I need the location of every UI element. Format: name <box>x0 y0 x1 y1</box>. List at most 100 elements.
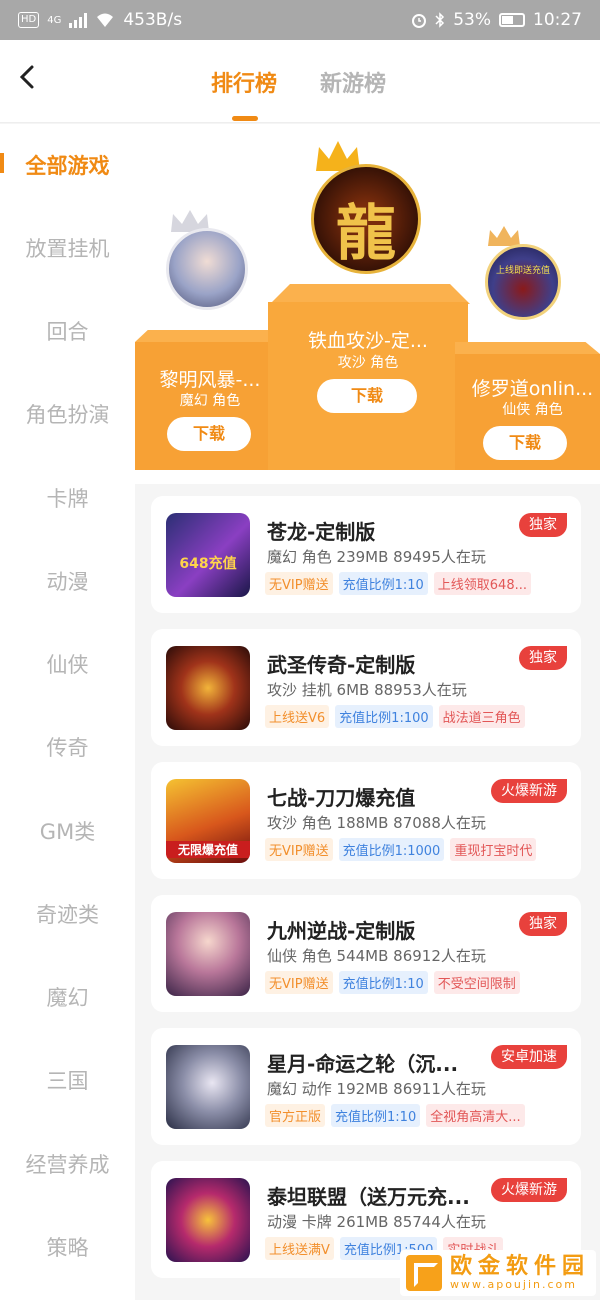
back-arrow-icon[interactable] <box>14 62 44 92</box>
game-tag: 充值比例1:10 <box>338 572 428 595</box>
game-thumbnail <box>166 646 250 730</box>
rank3-tags: 仙侠 角色 <box>502 402 563 418</box>
game-meta: 动漫 卡牌 261MB 85744人在玩 <box>267 1213 486 1231</box>
category-sidebar: 全部游戏 放置挂机 回合 角色扮演 卡牌 动漫 仙侠 传奇 GM类 奇迹类 魔幻… <box>0 124 135 1300</box>
category-gm[interactable]: GM类 <box>0 812 135 852</box>
game-meta: 仙侠 角色 544MB 86912人在玩 <box>267 947 486 965</box>
game-badge: 安卓加速 <box>491 1045 567 1069</box>
game-name: 星月-命运之轮（沉... <box>267 1052 459 1076</box>
category-anime[interactable]: 动漫 <box>0 562 135 602</box>
game-thumbnail: 无限爆充值 <box>166 779 250 863</box>
game-card[interactable]: 星月-命运之轮（沉... 魔幻 动作 192MB 86911人在玩 官方正版 充… <box>151 1028 581 1145</box>
game-badge: 火爆新游 <box>491 779 567 803</box>
rank3-avatar[interactable]: 上线即送充值 <box>485 244 561 320</box>
category-fantasy[interactable]: 魔幻 <box>0 978 135 1018</box>
game-thumbnail <box>166 1178 250 1262</box>
category-card[interactable]: 卡牌 <box>0 479 135 519</box>
rank1-tags: 攻沙 角色 <box>337 355 399 371</box>
game-badge: 独家 <box>519 513 567 537</box>
game-tag: 官方正版 <box>265 1104 326 1127</box>
game-card[interactable]: 无限爆充值 七战-刀刀爆充值 攻沙 角色 188MB 87088人在玩 无VIP… <box>151 762 581 879</box>
game-tags: 无VIP赠送 充值比例1:10 不受空间限制 <box>265 971 520 994</box>
top3-podium: 龍 铁血攻沙-定... 攻沙 角色 下载 黎明风暴-... 魔幻 角色 下载 上… <box>135 124 600 484</box>
game-tag: 全视角高清大... <box>426 1104 525 1127</box>
top-nav: 排行榜 新游榜 <box>0 40 600 123</box>
alarm-icon <box>412 14 427 28</box>
category-rpg[interactable]: 角色扮演 <box>0 395 135 435</box>
game-tag: 上线领取648... <box>433 572 531 595</box>
battery-icon <box>499 13 525 27</box>
game-meta: 魔幻 角色 239MB 89495人在玩 <box>267 548 486 566</box>
category-turn-based[interactable]: 回合 <box>0 312 135 352</box>
hd-indicator: HD <box>18 12 40 28</box>
thumbnail-text: 无限爆充值 <box>166 841 250 858</box>
game-tag: 上线送满V <box>265 1237 334 1260</box>
rank2-download-button[interactable]: 下载 <box>167 417 251 451</box>
game-thumbnail <box>166 1045 250 1129</box>
podium-third-top <box>455 342 600 354</box>
rank3-name: 修罗道onlin... <box>471 378 594 400</box>
rank2-tags: 魔幻 角色 <box>179 393 241 409</box>
game-badge: 独家 <box>519 912 567 936</box>
rank3-download-button[interactable]: 下载 <box>483 426 567 460</box>
category-legend[interactable]: 传奇 <box>0 728 135 768</box>
game-tag: 充值比例1:10 <box>338 971 428 994</box>
rank2-name: 黎明风暴-... <box>159 369 261 391</box>
game-meta: 攻沙 角色 188MB 87088人在玩 <box>267 814 486 832</box>
category-three-kingdoms[interactable]: 三国 <box>0 1061 135 1101</box>
thumbnail-text: 648充值 <box>179 556 237 572</box>
signal-icon <box>69 12 88 28</box>
game-name: 武圣传奇-定制版 <box>267 653 416 677</box>
game-tag: 无VIP赠送 <box>265 971 333 994</box>
category-all[interactable]: 全部游戏 <box>0 146 135 186</box>
tab-ranking[interactable]: 排行榜 <box>211 66 277 98</box>
game-name: 泰坦联盟（送万元充... <box>267 1185 470 1209</box>
game-tag: 不受空间限制 <box>433 971 520 994</box>
watermark-logo-icon <box>406 1255 442 1291</box>
game-tag: 无VIP赠送 <box>265 572 333 595</box>
watermark-logo: 欧金软件园 www.apoujin.com <box>400 1250 596 1296</box>
game-tag: 充值比例1:10 <box>331 1104 421 1127</box>
main-content: 龍 铁血攻沙-定... 攻沙 角色 下载 黎明风暴-... 魔幻 角色 下载 上… <box>135 124 600 1300</box>
game-tag: 无VIP赠送 <box>265 838 333 861</box>
category-idle[interactable]: 放置挂机 <box>0 229 135 269</box>
game-tag: 充值比例1:1000 <box>338 838 445 861</box>
game-badge: 独家 <box>519 646 567 670</box>
game-name: 七战-刀刀爆充值 <box>267 786 416 810</box>
game-meta: 魔幻 动作 192MB 86911人在玩 <box>267 1080 486 1098</box>
bluetooth-icon <box>435 12 445 28</box>
category-xianxia[interactable]: 仙侠 <box>0 645 135 685</box>
wifi-icon <box>97 13 114 27</box>
network-type: 4G <box>47 14 62 26</box>
game-name: 苍龙-定制版 <box>267 520 376 544</box>
tab-indicator <box>232 116 258 121</box>
rank1-avatar[interactable]: 龍 <box>311 164 421 274</box>
rank1-download-button[interactable]: 下载 <box>317 379 417 413</box>
game-tag: 战法道三角色 <box>438 705 525 728</box>
game-card[interactable]: 武圣传奇-定制版 攻沙 挂机 6MB 88953人在玩 上线送V6 充值比例1:… <box>151 629 581 746</box>
rank2-avatar[interactable] <box>166 228 248 310</box>
watermark-en: www.apoujin.com <box>450 1278 577 1291</box>
game-card[interactable]: 648充值 苍龙-定制版 魔幻 角色 239MB 89495人在玩 无VIP赠送… <box>151 496 581 613</box>
game-thumbnail: 648充值 <box>166 513 250 597</box>
game-thumbnail <box>166 912 250 996</box>
game-tags: 上线送V6 充值比例1:100 战法道三角色 <box>265 705 525 728</box>
game-card[interactable]: 九州逆战-定制版 仙侠 角色 544MB 86912人在玩 无VIP赠送 充值比… <box>151 895 581 1012</box>
category-miracle[interactable]: 奇迹类 <box>0 895 135 935</box>
rank3-avatar-text: 上线即送充值 <box>495 266 550 276</box>
net-speed: 453B/s <box>123 10 183 30</box>
podium-first-top <box>270 284 470 304</box>
game-tag: 充值比例1:100 <box>335 705 433 728</box>
rank1-avatar-text: 龍 <box>336 199 396 269</box>
battery-percent: 53% <box>453 10 491 30</box>
game-tag: 上线送V6 <box>265 705 330 728</box>
game-tags: 官方正版 充值比例1:10 全视角高清大... <box>265 1104 525 1127</box>
game-tag: 重现打宝时代 <box>450 838 537 861</box>
category-strategy[interactable]: 策略 <box>0 1228 135 1268</box>
game-tags: 无VIP赠送 充值比例1:1000 重现打宝时代 <box>265 838 537 861</box>
game-tags: 无VIP赠送 充值比例1:10 上线领取648... <box>265 572 531 595</box>
tab-new-games[interactable]: 新游榜 <box>320 66 386 98</box>
game-badge: 火爆新游 <box>491 1178 567 1202</box>
game-name: 九州逆战-定制版 <box>267 919 416 943</box>
category-simulation[interactable]: 经营养成 <box>0 1145 135 1185</box>
